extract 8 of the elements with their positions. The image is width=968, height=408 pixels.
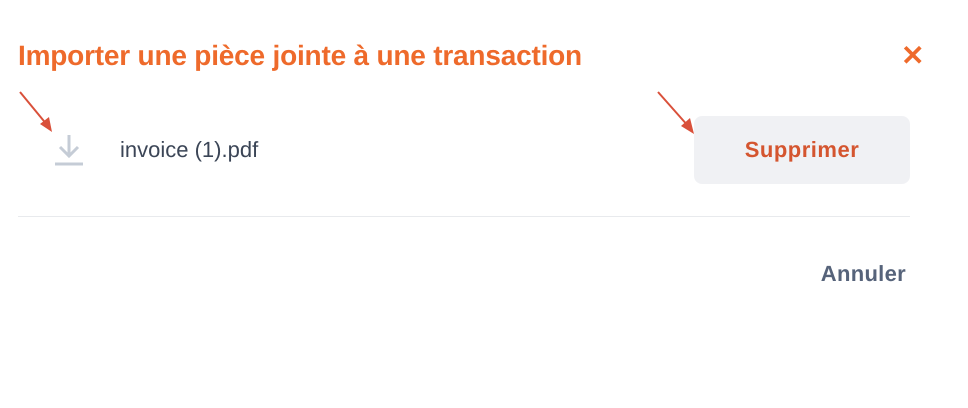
annotation-arrow — [656, 90, 696, 136]
close-button[interactable]: ✕ — [901, 42, 924, 70]
download-icon[interactable] — [54, 133, 84, 167]
dialog-title: Importer une pièce jointe à une transaction — [18, 40, 582, 72]
remove-button[interactable]: Supprimer — [694, 116, 910, 184]
annotation-arrow — [18, 90, 54, 134]
cancel-button[interactable]: Annuler — [820, 261, 906, 287]
file-name: invoice (1).pdf — [120, 137, 260, 163]
